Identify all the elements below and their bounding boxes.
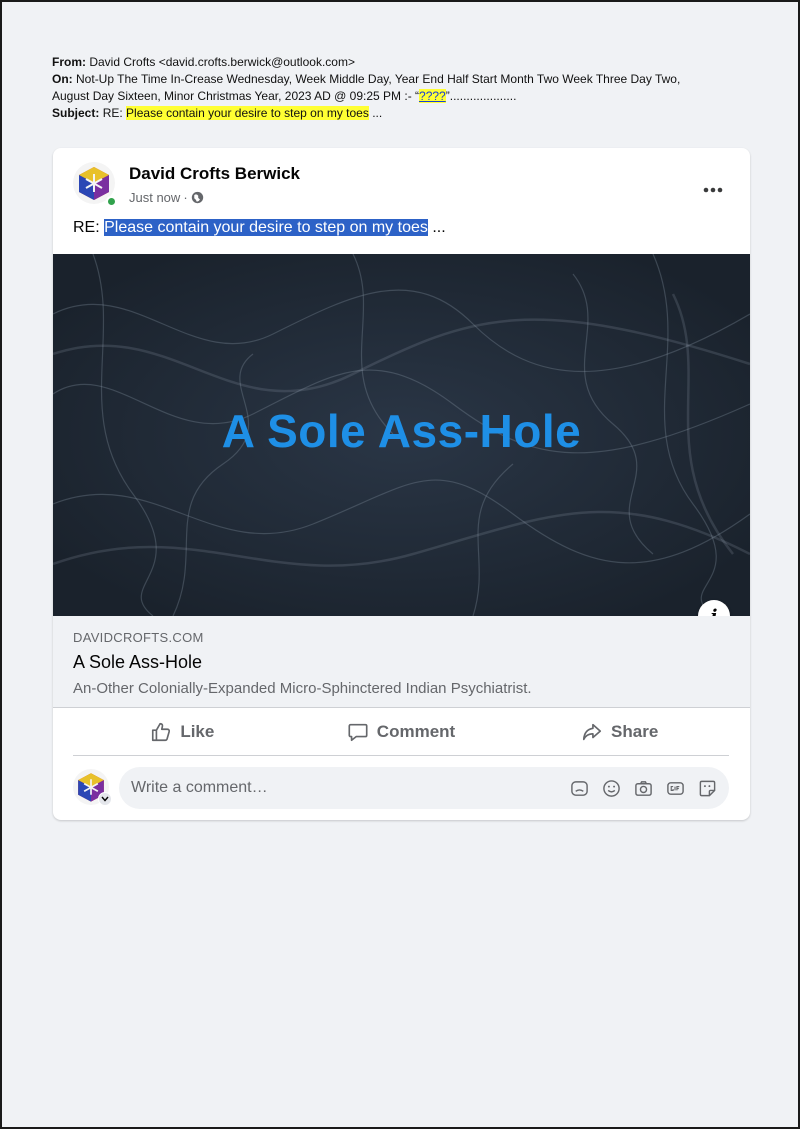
post-header: David Crofts Berwick Just now · xyxy=(73,162,733,212)
chevron-down-icon[interactable] xyxy=(98,792,112,806)
more-icon xyxy=(703,187,723,193)
globe-icon[interactable] xyxy=(191,191,204,204)
like-icon xyxy=(152,722,171,741)
meta-separator: · xyxy=(183,190,188,205)
like-label: Like xyxy=(180,721,215,741)
on-suffix: ”.................... xyxy=(445,89,517,103)
post-text-selected: Please contain your desire to step on my… xyxy=(104,219,428,236)
link-preview-meta[interactable]: DAVIDCROFTS.COM A Sole Ass-Hole An-Other… xyxy=(53,616,750,708)
email-from-line: From: David Crofts <david.crofts.berwick… xyxy=(52,54,712,71)
post-text-suffix: ... xyxy=(432,219,446,236)
link-title[interactable]: A Sole Ass-Hole xyxy=(73,652,202,673)
subject-highlight: Please contain your desire to step on my… xyxy=(126,106,369,120)
post-time[interactable]: Just now xyxy=(129,190,180,205)
on-label: On: xyxy=(52,72,73,86)
online-status-dot xyxy=(106,196,117,207)
post-actions: Like Comment Share xyxy=(73,708,729,756)
camera-icon[interactable] xyxy=(633,778,653,798)
share-label: Share xyxy=(611,721,659,741)
post-text: RE: Please contain your desire to step o… xyxy=(73,219,446,237)
share-button[interactable]: Share xyxy=(510,708,729,755)
comment-composer xyxy=(73,765,729,811)
comment-label: Comment xyxy=(376,721,456,741)
on-value: Not-Up The Time In-Crease Wednesday, Wee… xyxy=(52,72,681,103)
post-text-prefix: RE: xyxy=(73,219,100,236)
email-subject-line: Subject: RE: Please contain your desire … xyxy=(52,105,712,122)
post-card: David Crofts Berwick Just now · RE: Plea… xyxy=(53,148,750,820)
from-label: From: xyxy=(52,55,86,69)
comment-icon xyxy=(348,723,368,741)
post-author[interactable]: David Crofts Berwick xyxy=(129,164,300,184)
link-description: An-Other Colonially-Expanded Micro-Sphin… xyxy=(73,680,532,697)
comment-button[interactable]: Comment xyxy=(292,708,511,755)
post-meta: Just now · xyxy=(129,190,204,205)
sticker-face-icon[interactable] xyxy=(697,778,717,798)
gif-icon[interactable] xyxy=(665,778,685,798)
emoji-icon[interactable] xyxy=(601,778,621,798)
from-value: David Crofts <david.crofts.berwick@outlo… xyxy=(89,55,355,69)
link-domain: DAVIDCROFTS.COM xyxy=(73,630,204,645)
subject-label: Subject: xyxy=(52,106,100,120)
like-button[interactable]: Like xyxy=(73,708,292,755)
subject-prefix: RE: xyxy=(102,106,123,120)
sticker-icon[interactable] xyxy=(569,778,589,798)
share-icon xyxy=(582,723,602,740)
comment-tools xyxy=(569,778,717,798)
on-question[interactable]: ???? xyxy=(419,89,446,103)
link-preview-image[interactable]: A Sole Ass-Hole xyxy=(53,254,750,616)
image-title: A Sole Ass-Hole xyxy=(221,405,582,457)
email-on-line: On: Not-Up The Time In-Crease Wednesday,… xyxy=(52,71,712,105)
subject-suffix: ... xyxy=(372,106,383,120)
email-header: From: David Crofts <david.crofts.berwick… xyxy=(52,54,712,122)
more-options-button[interactable] xyxy=(701,180,725,200)
